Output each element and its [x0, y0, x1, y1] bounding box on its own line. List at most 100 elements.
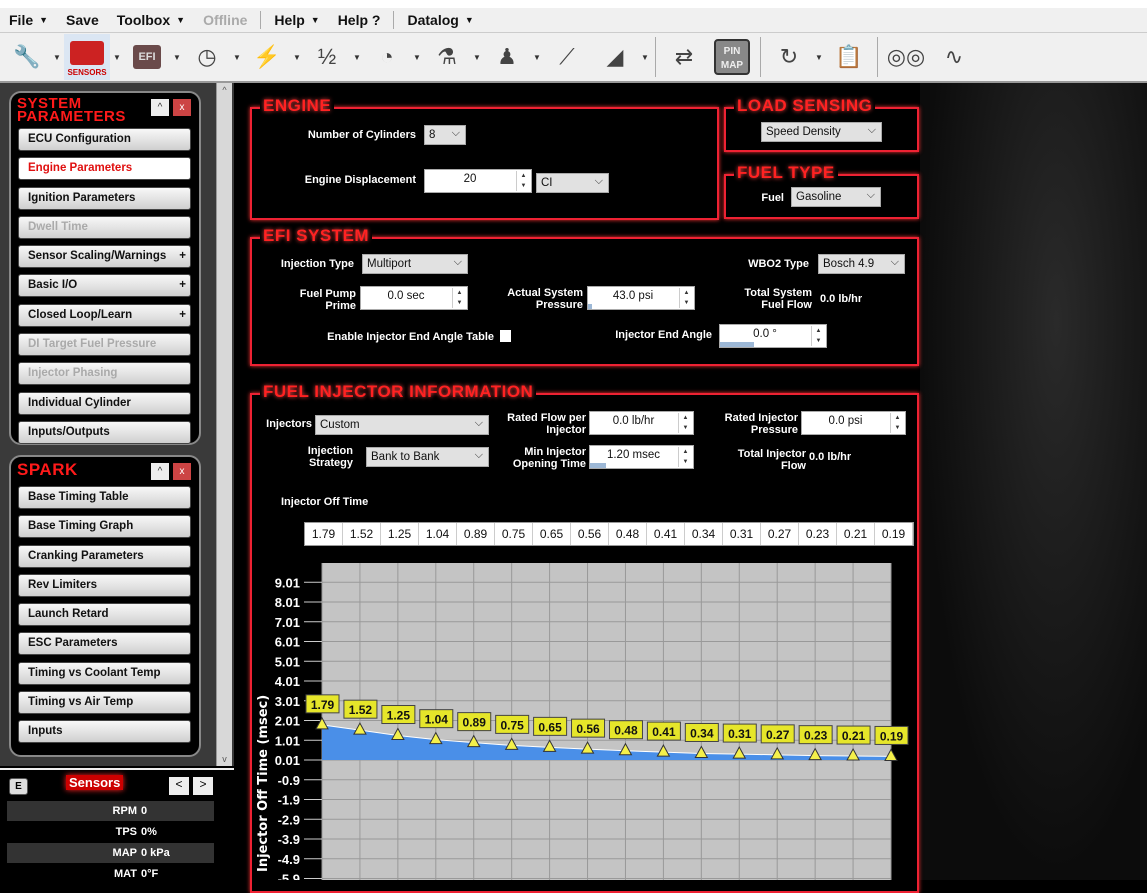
prev-button[interactable]: < [169, 777, 189, 795]
nav-basic-i-o[interactable]: Basic I/O + [18, 274, 191, 298]
dropdown-arrow-icon[interactable]: ▼ [472, 53, 482, 62]
cylinders-select[interactable]: 8 [424, 124, 466, 145]
end-angle-table-checkbox[interactable] [500, 330, 511, 342]
menu-offline[interactable]: Offline [194, 12, 256, 28]
menu-file[interactable]: File ▼ [0, 12, 57, 28]
dropdown-arrow-icon[interactable]: ▼ [292, 53, 302, 62]
strategy-select[interactable]: Bank to Bank [366, 446, 489, 467]
next-button[interactable]: > [193, 777, 213, 795]
nav-sensor-scaling-warnings[interactable]: Sensor Scaling/Warnings + [18, 245, 191, 269]
off-time-cell[interactable]: 0.34 [685, 523, 723, 545]
nav-timing-vs-coolant-temp[interactable]: Timing vs Coolant Temp [18, 661, 191, 685]
displacement-input[interactable]: 20 ▲ ▼ [424, 169, 532, 193]
dropdown-arrow-icon[interactable]: ▼ [412, 53, 422, 62]
load-sensing-select[interactable]: Speed Density [761, 121, 882, 142]
nav-launch-retard[interactable]: Launch Retard [18, 603, 191, 627]
fuel-select[interactable]: Gasoline [791, 186, 881, 207]
3d-table-icon[interactable]: ◢ [592, 34, 638, 80]
menu-datalog[interactable]: Datalog ▼ [398, 12, 482, 28]
nav-dwell-time[interactable]: Dwell Time [18, 215, 191, 239]
dropdown-arrow-icon[interactable]: ▼ [112, 53, 122, 62]
off-time-cell[interactable]: 0.89 [457, 523, 495, 545]
spinner-buttons[interactable]: ▲ ▼ [516, 171, 530, 191]
off-time-cell[interactable]: 0.19 [875, 523, 913, 545]
transfer-icon[interactable]: ⇄ [661, 34, 707, 80]
nav-engine-parameters[interactable]: Engine Parameters [18, 157, 191, 181]
pedal-icon[interactable]: ⟋ [544, 34, 590, 80]
injection-type-select[interactable]: Multiport [362, 253, 468, 274]
off-time-cell[interactable]: 1.25 [381, 523, 419, 545]
menu-toolbox[interactable]: Toolbox ▼ [108, 12, 194, 28]
spinner-buttons[interactable]: ▲ ▼ [890, 413, 904, 433]
close-button[interactable]: x [173, 99, 191, 116]
off-time-cell[interactable]: 0.48 [609, 523, 647, 545]
off-time-cell[interactable]: 0.65 [533, 523, 571, 545]
off-time-cell[interactable]: 0.75 [495, 523, 533, 545]
heartbeat-icon[interactable]: ∿ [931, 34, 977, 80]
nav-closed-loop-learn[interactable]: Closed Loop/Learn + [18, 303, 191, 327]
off-time-cell[interactable]: 0.41 [647, 523, 685, 545]
off-time-cell[interactable]: 1.52 [343, 523, 381, 545]
pin-map-icon[interactable]: PIN MAP [709, 34, 755, 80]
nav-cranking-parameters[interactable]: Cranking Parameters [18, 544, 191, 568]
nav-inputs-outputs[interactable]: Inputs/Outputs [18, 420, 191, 444]
e-button[interactable]: E [9, 778, 28, 795]
nav-ecu-configuration[interactable]: ECU Configuration [18, 128, 191, 151]
end-angle-input[interactable]: 0.0 ° ▲ ▼ [719, 324, 827, 348]
collapse-button[interactable]: ^ [151, 99, 169, 116]
spinner-buttons[interactable]: ▲ ▼ [452, 288, 466, 308]
off-time-cell[interactable]: 0.21 [837, 523, 875, 545]
injector-icon[interactable]: 🔧 [4, 34, 50, 80]
shifter-icon[interactable]: ♟ [484, 34, 530, 80]
dropdown-arrow-icon[interactable]: ▼ [311, 15, 320, 25]
menu-help[interactable]: Help ▼ [265, 12, 328, 28]
dropdown-arrow-icon[interactable]: ▼ [352, 53, 362, 62]
dropdown-arrow-icon[interactable]: ▼ [532, 53, 542, 62]
nav-inputs[interactable]: Inputs [18, 720, 191, 744]
dropdown-arrow-icon[interactable]: ▼ [52, 53, 62, 62]
rated-flow-input[interactable]: 0.0 lb/hr ▲ ▼ [589, 411, 694, 435]
efi-module-icon[interactable]: EFI [124, 34, 170, 80]
spinner-buttons[interactable]: ▲ ▼ [811, 326, 825, 346]
dropdown-arrow-icon[interactable]: ▼ [172, 53, 182, 62]
dropdown-arrow-icon[interactable]: ▼ [39, 15, 48, 25]
dashboard-icon[interactable]: ◎◎ [883, 34, 929, 80]
rated-pressure-input[interactable]: 0.0 psi ▲ ▼ [801, 411, 906, 435]
clipboard-icon[interactable]: 📋 [826, 34, 872, 80]
menu-save[interactable]: Save [57, 12, 108, 28]
nav-timing-vs-air-temp[interactable]: Timing vs Air Temp [18, 691, 191, 715]
injectors-select[interactable]: Custom [315, 414, 489, 435]
spinner-buttons[interactable]: ▲ ▼ [678, 447, 692, 467]
fuel-pump-prime-input[interactable]: 0.0 sec ▲ ▼ [360, 286, 468, 310]
gauge-icon[interactable]: ◷ [184, 34, 230, 80]
dropdown-arrow-icon[interactable]: ▼ [814, 53, 824, 62]
ratio-icon[interactable]: ½ [304, 34, 350, 80]
nav-ignition-parameters[interactable]: Ignition Parameters [18, 186, 191, 210]
nitrous-bottle-icon[interactable]: ⚗ [424, 34, 470, 80]
nav-base-timing-table[interactable]: Base Timing Table [18, 486, 191, 509]
off-time-cell[interactable]: 0.31 [723, 523, 761, 545]
timing-cover-icon[interactable]: ◔ [364, 34, 410, 80]
off-time-cell[interactable]: 0.23 [799, 523, 837, 545]
dropdown-arrow-icon[interactable]: ▼ [465, 15, 474, 25]
dropdown-arrow-icon[interactable]: ▼ [232, 53, 242, 62]
nav-esc-parameters[interactable]: ESC Parameters [18, 632, 191, 656]
nav-rev-limiters[interactable]: Rev Limiters [18, 573, 191, 597]
off-time-cell[interactable]: 0.27 [761, 523, 799, 545]
system-pressure-input[interactable]: 43.0 psi ▲ ▼ [587, 286, 695, 310]
off-time-cell[interactable]: 0.56 [571, 523, 609, 545]
dropdown-arrow-icon[interactable]: ▼ [640, 53, 650, 62]
refresh-icon[interactable]: ↻ [766, 34, 812, 80]
close-button[interactable]: x [173, 463, 191, 480]
collapse-button[interactable]: ^ [151, 463, 169, 480]
displacement-unit-select[interactable]: CI [536, 172, 609, 193]
off-time-cell[interactable]: 1.04 [419, 523, 457, 545]
nav-di-target-fuel-pressure[interactable]: DI Target Fuel Pressure [18, 333, 191, 357]
nav-base-timing-graph[interactable]: Base Timing Graph [18, 515, 191, 539]
min-opening-input[interactable]: 1.20 msec ▲ ▼ [589, 445, 694, 469]
dropdown-arrow-icon[interactable]: ▼ [176, 15, 185, 25]
sensors-icon[interactable]: SENSORS [64, 34, 110, 80]
spark-plug-icon[interactable]: ⚡ [244, 34, 290, 80]
spinner-buttons[interactable]: ▲ ▼ [679, 288, 693, 308]
sidebar-scrollbar[interactable]: ^ v [216, 83, 232, 766]
